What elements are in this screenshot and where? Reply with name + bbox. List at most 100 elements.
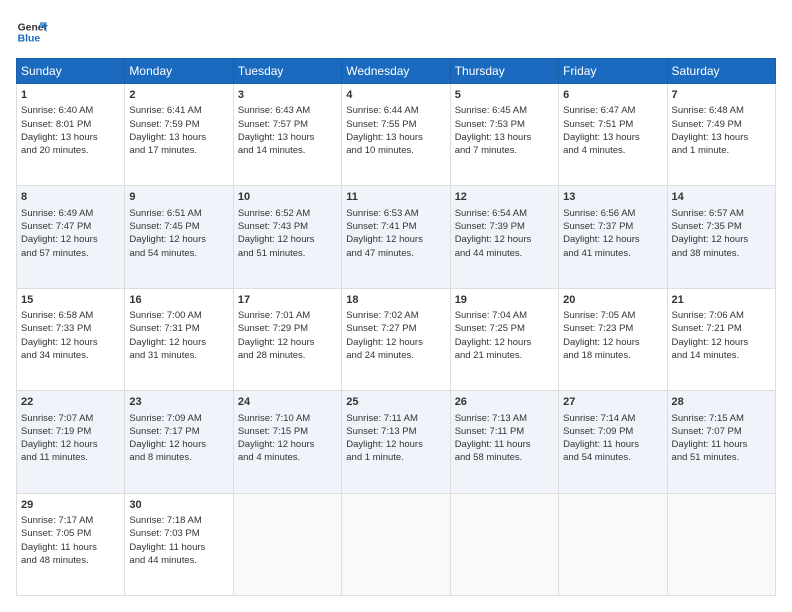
cell-line: and 4 minutes.	[238, 451, 337, 464]
day-number: 4	[346, 88, 445, 103]
cell-line: and 14 minutes.	[238, 144, 337, 157]
cell-line: Daylight: 12 hours	[455, 233, 554, 246]
cell-line: and 44 minutes.	[129, 554, 228, 567]
calendar-cell: 13Sunrise: 6:56 AMSunset: 7:37 PMDayligh…	[559, 186, 667, 288]
weekday-header-row: SundayMondayTuesdayWednesdayThursdayFrid…	[17, 59, 776, 84]
calendar-cell: 23Sunrise: 7:09 AMSunset: 7:17 PMDayligh…	[125, 391, 233, 493]
cell-line: Sunrise: 7:00 AM	[129, 309, 228, 322]
cell-line: and 58 minutes.	[455, 451, 554, 464]
calendar-cell: 1Sunrise: 6:40 AMSunset: 8:01 PMDaylight…	[17, 84, 125, 186]
calendar-cell: 21Sunrise: 7:06 AMSunset: 7:21 PMDayligh…	[667, 288, 775, 390]
cell-line: Daylight: 11 hours	[455, 438, 554, 451]
calendar-cell: 25Sunrise: 7:11 AMSunset: 7:13 PMDayligh…	[342, 391, 450, 493]
cell-line: Sunset: 7:31 PM	[129, 322, 228, 335]
weekday-header-tuesday: Tuesday	[233, 59, 341, 84]
calendar-cell: 29Sunrise: 7:17 AMSunset: 7:05 PMDayligh…	[17, 493, 125, 595]
calendar-cell: 9Sunrise: 6:51 AMSunset: 7:45 PMDaylight…	[125, 186, 233, 288]
cell-line: Sunrise: 6:57 AM	[672, 207, 771, 220]
cell-line: and 28 minutes.	[238, 349, 337, 362]
cell-line: Sunset: 7:47 PM	[21, 220, 120, 233]
cell-line: Sunrise: 6:54 AM	[455, 207, 554, 220]
cell-line: Sunset: 7:53 PM	[455, 118, 554, 131]
cell-line: Daylight: 12 hours	[346, 233, 445, 246]
cell-line: Sunset: 7:49 PM	[672, 118, 771, 131]
cell-line: Sunset: 7:05 PM	[21, 527, 120, 540]
day-number: 6	[563, 88, 662, 103]
cell-line: and 10 minutes.	[346, 144, 445, 157]
cell-line: Daylight: 11 hours	[21, 541, 120, 554]
calendar-cell: 27Sunrise: 7:14 AMSunset: 7:09 PMDayligh…	[559, 391, 667, 493]
cell-line: Sunrise: 7:17 AM	[21, 514, 120, 527]
day-number: 17	[238, 293, 337, 308]
cell-line: Sunset: 7:43 PM	[238, 220, 337, 233]
calendar-cell: 15Sunrise: 6:58 AMSunset: 7:33 PMDayligh…	[17, 288, 125, 390]
cell-line: Sunrise: 6:56 AM	[563, 207, 662, 220]
day-number: 9	[129, 190, 228, 205]
cell-line: Sunset: 7:51 PM	[563, 118, 662, 131]
day-number: 7	[672, 88, 771, 103]
day-number: 18	[346, 293, 445, 308]
cell-line: Sunrise: 6:45 AM	[455, 104, 554, 117]
cell-line: Sunset: 7:55 PM	[346, 118, 445, 131]
calendar-cell: 7Sunrise: 6:48 AMSunset: 7:49 PMDaylight…	[667, 84, 775, 186]
cell-line: and 41 minutes.	[563, 247, 662, 260]
cell-line: Daylight: 12 hours	[21, 336, 120, 349]
cell-line: Sunset: 7:39 PM	[455, 220, 554, 233]
cell-line: Sunset: 7:35 PM	[672, 220, 771, 233]
cell-line: and 17 minutes.	[129, 144, 228, 157]
day-number: 29	[21, 498, 120, 513]
cell-line: and 34 minutes.	[21, 349, 120, 362]
day-number: 5	[455, 88, 554, 103]
cell-line: Daylight: 13 hours	[346, 131, 445, 144]
calendar-cell	[342, 493, 450, 595]
calendar-cell: 24Sunrise: 7:10 AMSunset: 7:15 PMDayligh…	[233, 391, 341, 493]
cell-line: Sunrise: 6:53 AM	[346, 207, 445, 220]
cell-line: and 51 minutes.	[672, 451, 771, 464]
cell-line: Sunset: 7:29 PM	[238, 322, 337, 335]
day-number: 25	[346, 395, 445, 410]
calendar-cell	[667, 493, 775, 595]
calendar-cell: 5Sunrise: 6:45 AMSunset: 7:53 PMDaylight…	[450, 84, 558, 186]
cell-line: Daylight: 11 hours	[129, 541, 228, 554]
cell-line: Daylight: 12 hours	[346, 336, 445, 349]
week-row-4: 22Sunrise: 7:07 AMSunset: 7:19 PMDayligh…	[17, 391, 776, 493]
calendar-cell: 2Sunrise: 6:41 AMSunset: 7:59 PMDaylight…	[125, 84, 233, 186]
calendar-cell: 22Sunrise: 7:07 AMSunset: 7:19 PMDayligh…	[17, 391, 125, 493]
cell-line: Daylight: 12 hours	[21, 438, 120, 451]
calendar-cell	[450, 493, 558, 595]
cell-line: and 57 minutes.	[21, 247, 120, 260]
day-number: 15	[21, 293, 120, 308]
cell-line: Daylight: 12 hours	[21, 233, 120, 246]
weekday-header-thursday: Thursday	[450, 59, 558, 84]
cell-line: Daylight: 12 hours	[672, 233, 771, 246]
cell-line: Sunset: 7:09 PM	[563, 425, 662, 438]
day-number: 30	[129, 498, 228, 513]
week-row-5: 29Sunrise: 7:17 AMSunset: 7:05 PMDayligh…	[17, 493, 776, 595]
cell-line: Sunset: 8:01 PM	[21, 118, 120, 131]
cell-line: Daylight: 12 hours	[129, 336, 228, 349]
cell-line: and 18 minutes.	[563, 349, 662, 362]
cell-line: Sunrise: 7:07 AM	[21, 412, 120, 425]
calendar-cell: 16Sunrise: 7:00 AMSunset: 7:31 PMDayligh…	[125, 288, 233, 390]
cell-line: Sunset: 7:03 PM	[129, 527, 228, 540]
cell-line: and 48 minutes.	[21, 554, 120, 567]
cell-line: Sunset: 7:59 PM	[129, 118, 228, 131]
day-number: 12	[455, 190, 554, 205]
week-row-1: 1Sunrise: 6:40 AMSunset: 8:01 PMDaylight…	[17, 84, 776, 186]
cell-line: Sunset: 7:37 PM	[563, 220, 662, 233]
cell-line: Daylight: 13 hours	[21, 131, 120, 144]
cell-line: Sunset: 7:07 PM	[672, 425, 771, 438]
calendar-cell: 11Sunrise: 6:53 AMSunset: 7:41 PMDayligh…	[342, 186, 450, 288]
week-row-3: 15Sunrise: 6:58 AMSunset: 7:33 PMDayligh…	[17, 288, 776, 390]
cell-line: and 24 minutes.	[346, 349, 445, 362]
calendar-cell: 18Sunrise: 7:02 AMSunset: 7:27 PMDayligh…	[342, 288, 450, 390]
cell-line: Daylight: 13 hours	[129, 131, 228, 144]
cell-line: Daylight: 12 hours	[455, 336, 554, 349]
calendar-cell: 10Sunrise: 6:52 AMSunset: 7:43 PMDayligh…	[233, 186, 341, 288]
cell-line: Daylight: 13 hours	[563, 131, 662, 144]
cell-line: Sunrise: 6:47 AM	[563, 104, 662, 117]
day-number: 22	[21, 395, 120, 410]
day-number: 3	[238, 88, 337, 103]
cell-line: Sunrise: 6:51 AM	[129, 207, 228, 220]
calendar-cell	[233, 493, 341, 595]
